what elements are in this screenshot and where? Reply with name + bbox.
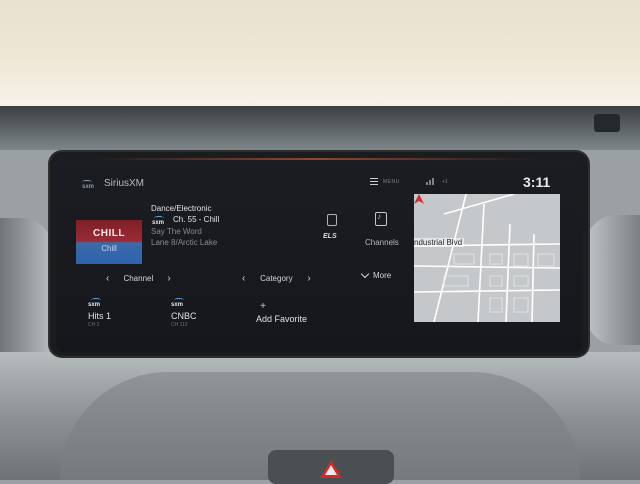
right-air-vent [586, 215, 640, 345]
chevron-right-icon[interactable]: › [167, 273, 170, 284]
category-selector: ‹ Category › [242, 273, 311, 284]
channel-name: Ch. 55 - Chill [173, 215, 220, 224]
song-title: Say The Word [151, 227, 202, 236]
vehicle-icon [414, 194, 424, 204]
channels-button[interactable]: Channels [365, 238, 399, 247]
siriusxm-logo-icon: sxm [82, 180, 94, 190]
preset-channel-number: CH 112 [171, 322, 188, 328]
hazard-icon [320, 460, 342, 478]
infotainment-screen: sxm SiriusXM MENU +1 3:11 CHILL Chill Da… [56, 158, 582, 352]
signal-icon [426, 178, 436, 185]
chevron-right-icon[interactable]: › [307, 273, 310, 284]
artist-name: Lane 8/Arctic Lake [151, 238, 218, 247]
chevron-down-icon [360, 269, 370, 279]
plus-icon: + [260, 301, 266, 312]
clock: 3:11 [523, 174, 551, 190]
windshield-view [0, 0, 640, 108]
menu-button[interactable]: MENU [370, 178, 400, 185]
sxm-logo-icon: sxm [88, 298, 111, 308]
els-audio-icon[interactable]: ELS [323, 233, 337, 240]
tune-icon[interactable] [327, 214, 337, 226]
album-art[interactable]: CHILL Chill [76, 220, 142, 264]
status-bar: +1 [426, 178, 448, 185]
more-label: More [373, 271, 392, 280]
left-air-vent [0, 218, 52, 368]
channels-icon[interactable] [375, 212, 387, 226]
mirror-mount [594, 114, 620, 132]
genre-label: Dance/Electronic [151, 204, 212, 213]
channel-label: Channel [123, 274, 154, 283]
navigation-map[interactable]: ndustrial Blvd [414, 194, 560, 322]
category-label: Category [260, 274, 293, 283]
preset-hits1[interactable]: sxm Hits 1 CH 2 [88, 298, 111, 328]
sxm-logo-icon: sxm [152, 216, 164, 226]
map-roads [414, 194, 560, 322]
add-favorite-button[interactable]: + Add Favorite [256, 301, 307, 324]
preset-name: CNBC [171, 311, 197, 321]
preset-name: Hits 1 [88, 311, 112, 321]
sxm-logo-icon: sxm [171, 298, 197, 308]
street-label: ndustrial Blvd [414, 238, 465, 247]
more-button[interactable]: More [360, 269, 392, 280]
add-favorite-label: Add Favorite [256, 314, 308, 324]
album-art-subtitle: Chill [101, 244, 117, 253]
preset-cnbc[interactable]: sxm CNBC CH 112 [171, 298, 197, 328]
dashboard-top [0, 106, 640, 150]
album-art-title: CHILL [93, 228, 125, 239]
channel-selector: ‹ Channel › [106, 273, 171, 284]
preset-channel-number: CH 2 [88, 322, 100, 328]
app-title: SiriusXM [104, 178, 145, 189]
status-text: +1 [442, 178, 448, 185]
menu-icon [370, 178, 378, 185]
screen-header: sxm SiriusXM MENU +1 3:11 [56, 158, 582, 198]
menu-label: MENU [383, 178, 400, 185]
